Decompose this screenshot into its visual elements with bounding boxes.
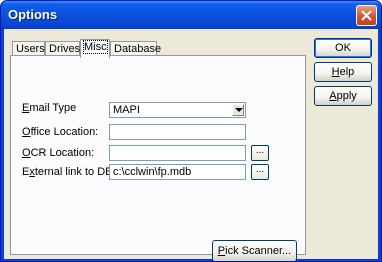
close-icon: [361, 10, 372, 21]
email-type-value: MAPI: [113, 104, 140, 116]
options-dialog: Options Users Drives Misc Database Email…: [0, 0, 382, 262]
misc-tab-panel: Email Type MAPI Office Location: OCR Loc…: [10, 55, 306, 261]
help-button[interactable]: Help: [314, 62, 372, 82]
office-location-label: Office Location:: [22, 126, 99, 138]
tab-users-label: Users: [16, 43, 45, 55]
tab-database-label: Database: [114, 43, 162, 55]
title-bar[interactable]: Options: [1, 1, 381, 29]
ocr-location-label: OCR Location:: [22, 147, 95, 159]
ok-button[interactable]: OK: [314, 38, 372, 58]
office-location-input[interactable]: [109, 124, 246, 140]
tab-drives-label: Drives: [49, 43, 81, 55]
tab-users[interactable]: Users: [12, 41, 45, 56]
tab-database[interactable]: Database: [110, 41, 161, 56]
pick-scanner-button[interactable]: Pick Scanner...: [212, 240, 297, 261]
dialog-body: Users Drives Misc Database Email Type MA…: [4, 29, 378, 261]
external-link-input[interactable]: c:\cclwin\fp.mdb: [109, 164, 246, 180]
chevron-down-icon: [235, 108, 243, 112]
window-title: Options: [8, 7, 58, 22]
tab-misc[interactable]: Misc: [80, 39, 110, 58]
ocr-location-input[interactable]: [109, 145, 246, 161]
email-type-label: Email Type: [22, 102, 77, 114]
email-type-select[interactable]: MAPI: [109, 102, 246, 118]
tab-misc-label: Misc: [83, 40, 108, 54]
email-type-dropdown-button[interactable]: [232, 104, 244, 116]
external-link-label: External link to DB:: [22, 166, 116, 178]
ocr-browse-button[interactable]: ...: [251, 145, 269, 161]
close-button[interactable]: [356, 5, 377, 26]
apply-button[interactable]: Apply: [314, 86, 372, 106]
external-link-browse-button[interactable]: ...: [251, 164, 269, 180]
tab-drives[interactable]: Drives: [45, 41, 80, 56]
